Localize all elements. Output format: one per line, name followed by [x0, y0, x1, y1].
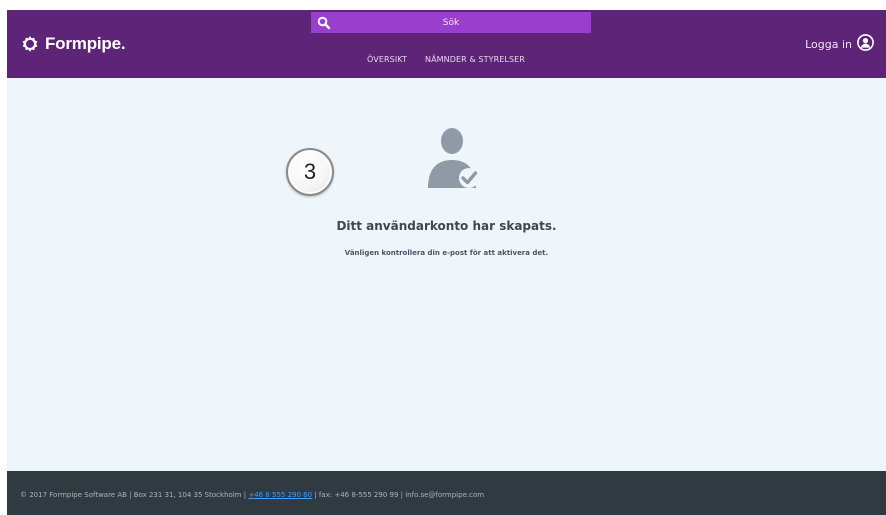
- header: Formpipe. ÖVERSIKT NÄMNDER & STYRELSER L…: [7, 10, 886, 78]
- logo[interactable]: Formpipe.: [21, 34, 126, 54]
- user-circle-icon: [857, 34, 874, 55]
- nav-item-namnder-styrelser[interactable]: NÄMNDER & STYRELSER: [425, 55, 525, 64]
- step-number: 3: [303, 159, 317, 184]
- search-input[interactable]: [335, 12, 591, 33]
- nav-item-oversikt[interactable]: ÖVERSIKT: [367, 55, 407, 64]
- footer-text: © 2017 Formpipe Software AB | Box 231 31…: [20, 491, 484, 499]
- footer-company-info: © 2017 Formpipe Software AB | Box 231 31…: [20, 491, 249, 499]
- main-nav: ÖVERSIKT NÄMNDER & STYRELSER: [367, 55, 525, 64]
- app-frame: Formpipe. ÖVERSIKT NÄMNDER & STYRELSER L…: [7, 10, 886, 515]
- brand-name: Formpipe.: [45, 34, 126, 53]
- search-bar: [311, 12, 591, 33]
- footer: © 2017 Formpipe Software AB | Box 231 31…: [7, 471, 886, 515]
- main-content: 3 Ditt användarkonto har skapats. Vänlig…: [7, 78, 886, 471]
- formpipe-logo-icon: [21, 35, 39, 53]
- search-icon[interactable]: [317, 15, 331, 30]
- footer-contact-info: | fax: +46 8-555 290 99 | info.se@formpi…: [312, 491, 485, 499]
- user-check-icon: [418, 126, 482, 190]
- footer-phone-link[interactable]: +46 8 555 290 60: [248, 491, 312, 499]
- confirmation-subtitle: Vänligen kontrollera din e-post för att …: [344, 249, 549, 257]
- step-badge: 3: [286, 148, 334, 196]
- login-button[interactable]: Logga in: [805, 34, 874, 55]
- confirmation-title: Ditt användarkonto har skapats.: [336, 219, 557, 233]
- login-label: Logga in: [805, 38, 852, 51]
